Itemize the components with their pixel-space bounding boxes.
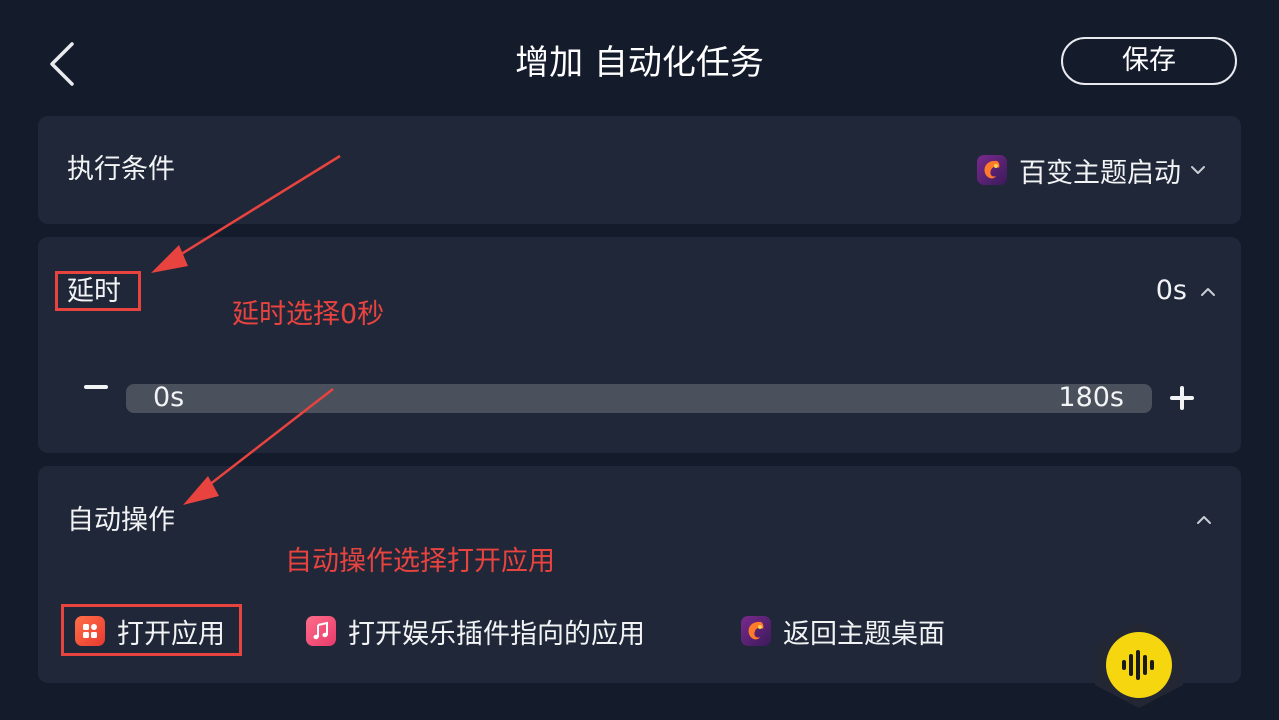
sound-wave-icon [1095,622,1183,708]
annotation-arrows [151,154,341,505]
voice-assistant-button[interactable] [1089,620,1189,710]
